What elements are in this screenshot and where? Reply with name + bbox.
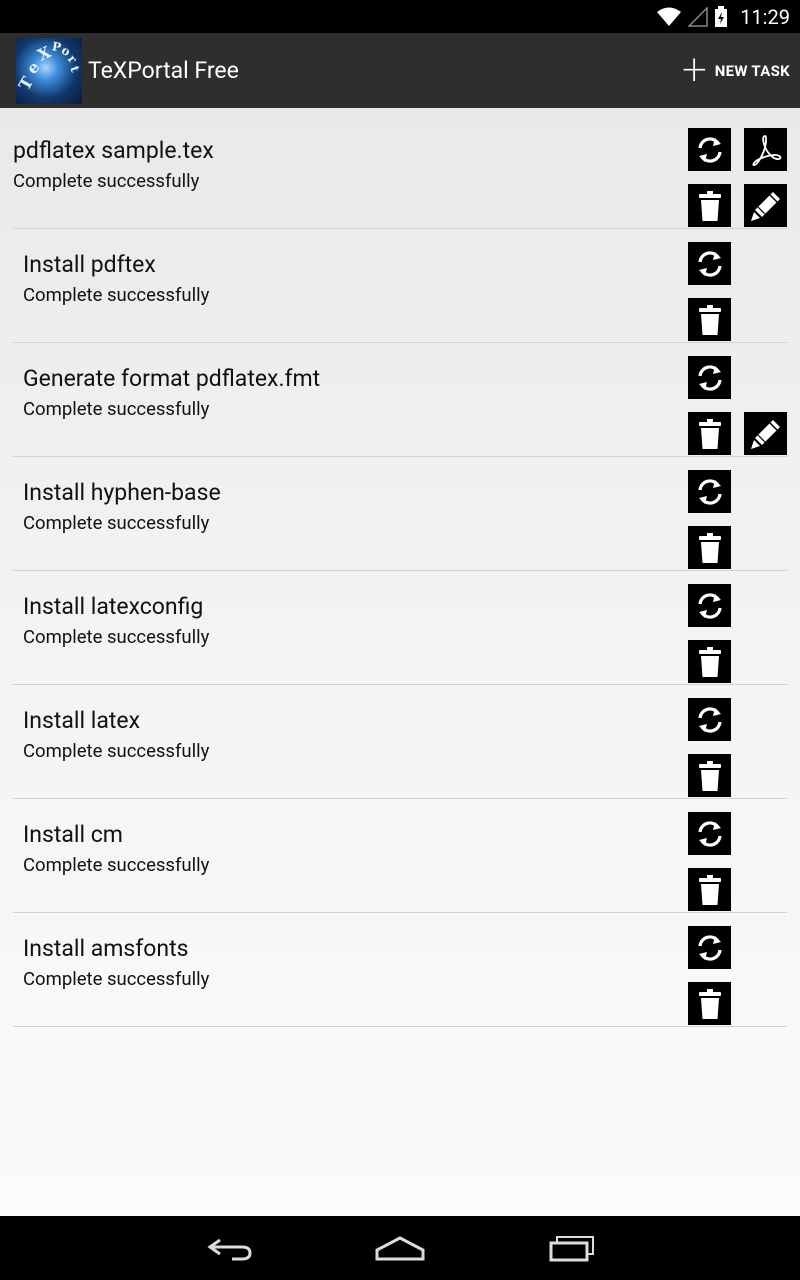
task-title: Install amsfonts — [23, 935, 189, 962]
refresh-icon — [697, 478, 722, 505]
recent-apps-icon — [549, 1236, 594, 1262]
task-title: Generate format pdflatex.fmt — [23, 365, 321, 392]
task-list: pdflatex sample.tex Complete successfull… — [0, 108, 800, 1216]
refresh-icon — [697, 706, 722, 733]
delete-button[interactable] — [688, 412, 731, 455]
status-bar: 11:29 — [0, 0, 800, 33]
list-item[interactable]: Install latexconfig Complete successfull… — [13, 570, 787, 685]
task-status: Complete successfully — [23, 398, 210, 420]
trash-icon — [698, 874, 721, 905]
home-icon — [375, 1236, 425, 1261]
refresh-button[interactable] — [688, 812, 731, 855]
home-button[interactable] — [355, 1226, 445, 1270]
list-item[interactable]: Install latex Complete successfully — [13, 684, 787, 799]
refresh-button[interactable] — [688, 698, 731, 741]
delete-button[interactable] — [688, 868, 731, 911]
navigation-bar — [0, 1216, 800, 1280]
list-item[interactable]: Install amsfonts Complete successfully — [13, 912, 787, 1027]
pdf-icon — [751, 134, 781, 166]
action-bar: T e X P o r t TeXPortal Free + NEW TASK — [0, 33, 800, 108]
task-status: Complete successfully — [23, 854, 210, 876]
task-status: Complete successfully — [23, 626, 210, 648]
task-title: pdflatex sample.tex — [13, 137, 214, 164]
refresh-icon — [697, 250, 722, 277]
list-item[interactable]: Install cm Complete successfully — [13, 798, 787, 913]
list-item[interactable]: Install hyphen-base Complete successfull… — [13, 456, 787, 571]
delete-button[interactable] — [688, 184, 731, 227]
task-title: Install latexconfig — [23, 593, 204, 620]
task-title: Install pdftex — [23, 251, 156, 278]
task-status: Complete successfully — [23, 512, 210, 534]
delete-button[interactable] — [688, 982, 731, 1025]
edit-button[interactable] — [744, 412, 787, 455]
back-icon — [207, 1238, 252, 1261]
list-item[interactable]: Generate format pdflatex.fmt Complete su… — [13, 342, 787, 457]
trash-icon — [698, 760, 721, 791]
delete-button[interactable] — [688, 298, 731, 341]
task-title: Install hyphen-base — [23, 479, 221, 506]
list-item[interactable]: Install pdftex Complete successfully — [13, 228, 787, 343]
trash-icon — [698, 418, 721, 449]
trash-icon — [698, 532, 721, 563]
refresh-icon — [697, 136, 722, 163]
task-status: Complete successfully — [23, 740, 210, 762]
list-item[interactable]: pdflatex sample.tex Complete successfull… — [13, 114, 787, 229]
battery-icon — [715, 5, 728, 27]
pencil-icon — [750, 191, 780, 221]
refresh-button[interactable] — [688, 128, 731, 171]
refresh-button[interactable] — [688, 584, 731, 627]
wifi-icon — [657, 7, 682, 26]
task-status: Complete successfully — [23, 284, 210, 306]
pencil-icon — [750, 419, 780, 449]
delete-button[interactable] — [688, 754, 731, 797]
back-button[interactable] — [185, 1226, 275, 1270]
refresh-button[interactable] — [688, 470, 731, 513]
recent-apps-button[interactable] — [527, 1226, 617, 1270]
pdf-button[interactable] — [744, 128, 787, 171]
new-task-label: NEW TASK — [714, 61, 790, 80]
new-task-button[interactable]: + NEW TASK — [682, 33, 790, 108]
refresh-button[interactable] — [688, 356, 731, 399]
trash-icon — [698, 646, 721, 677]
delete-button[interactable] — [688, 526, 731, 569]
app-logo[interactable]: T e X P o r t — [16, 38, 82, 104]
trash-icon — [698, 304, 721, 335]
refresh-icon — [697, 820, 722, 847]
app-title: TeXPortal Free — [88, 57, 239, 84]
refresh-icon — [697, 934, 722, 961]
task-title: Install latex — [23, 707, 140, 734]
trash-icon — [698, 988, 721, 1019]
edit-button[interactable] — [744, 184, 787, 227]
delete-button[interactable] — [688, 640, 731, 683]
plus-icon: + — [681, 42, 707, 95]
refresh-button[interactable] — [688, 926, 731, 969]
task-status: Complete successfully — [23, 968, 210, 990]
task-title: Install cm — [23, 821, 123, 848]
refresh-button[interactable] — [688, 242, 731, 285]
trash-icon — [698, 190, 721, 221]
clock: 11:29 — [740, 4, 790, 29]
refresh-icon — [697, 592, 722, 619]
refresh-icon — [697, 364, 722, 391]
task-status: Complete successfully — [13, 170, 200, 192]
signal-icon — [688, 6, 708, 27]
